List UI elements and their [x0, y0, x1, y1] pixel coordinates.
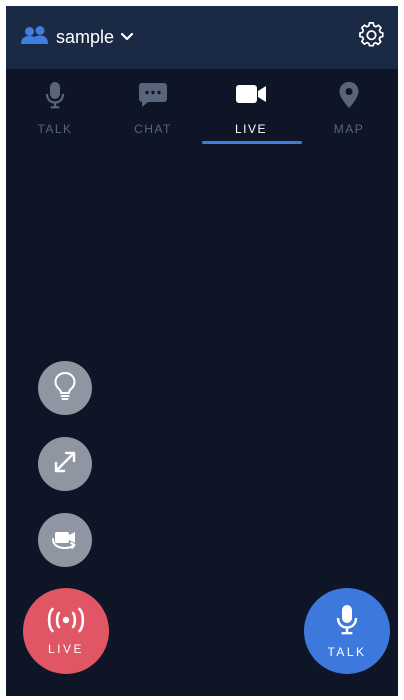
talk-button-label: TALK — [327, 644, 367, 659]
top-bar: sample — [6, 6, 398, 69]
chevron-down-icon — [120, 29, 134, 47]
video-camera-icon — [235, 81, 267, 114]
lightbulb-icon — [52, 371, 78, 406]
live-button-label: LIVE — [47, 641, 84, 656]
settings-button[interactable] — [358, 22, 386, 53]
tab-live[interactable]: LIVE — [202, 69, 302, 144]
fullscreen-button[interactable] — [38, 437, 92, 491]
live-button[interactable]: LIVE — [23, 588, 109, 674]
tab-map[interactable]: MAP — [300, 69, 398, 144]
map-pin-icon — [338, 81, 360, 114]
microphone-icon — [335, 604, 359, 641]
broadcast-icon — [44, 607, 88, 638]
group-name: sample — [56, 27, 115, 47]
microphone-icon — [44, 81, 66, 114]
app-frame: sample TALK CHAT LIVE MAP LIVE TALK — [6, 6, 398, 696]
switch-camera-button[interactable] — [38, 513, 92, 567]
tab-chat[interactable]: CHAT — [104, 69, 202, 144]
push-to-talk-button[interactable]: TALK — [304, 588, 390, 674]
gear-icon — [359, 22, 385, 53]
tab-talk[interactable]: TALK — [6, 69, 104, 144]
people-icon — [20, 25, 50, 50]
tab-bar: TALK CHAT LIVE MAP — [6, 69, 398, 144]
group-selector[interactable]: sample — [20, 25, 134, 50]
tab-label: CHAT — [134, 122, 172, 136]
tab-label: TALK — [37, 122, 73, 136]
expand-icon — [51, 448, 79, 481]
active-tab-indicator — [202, 141, 302, 144]
tab-label: MAP — [333, 122, 365, 136]
flashlight-button[interactable] — [38, 361, 92, 415]
chat-bubble-icon — [138, 81, 168, 114]
tab-label: LIVE — [234, 122, 267, 136]
switch-camera-icon — [50, 524, 80, 557]
